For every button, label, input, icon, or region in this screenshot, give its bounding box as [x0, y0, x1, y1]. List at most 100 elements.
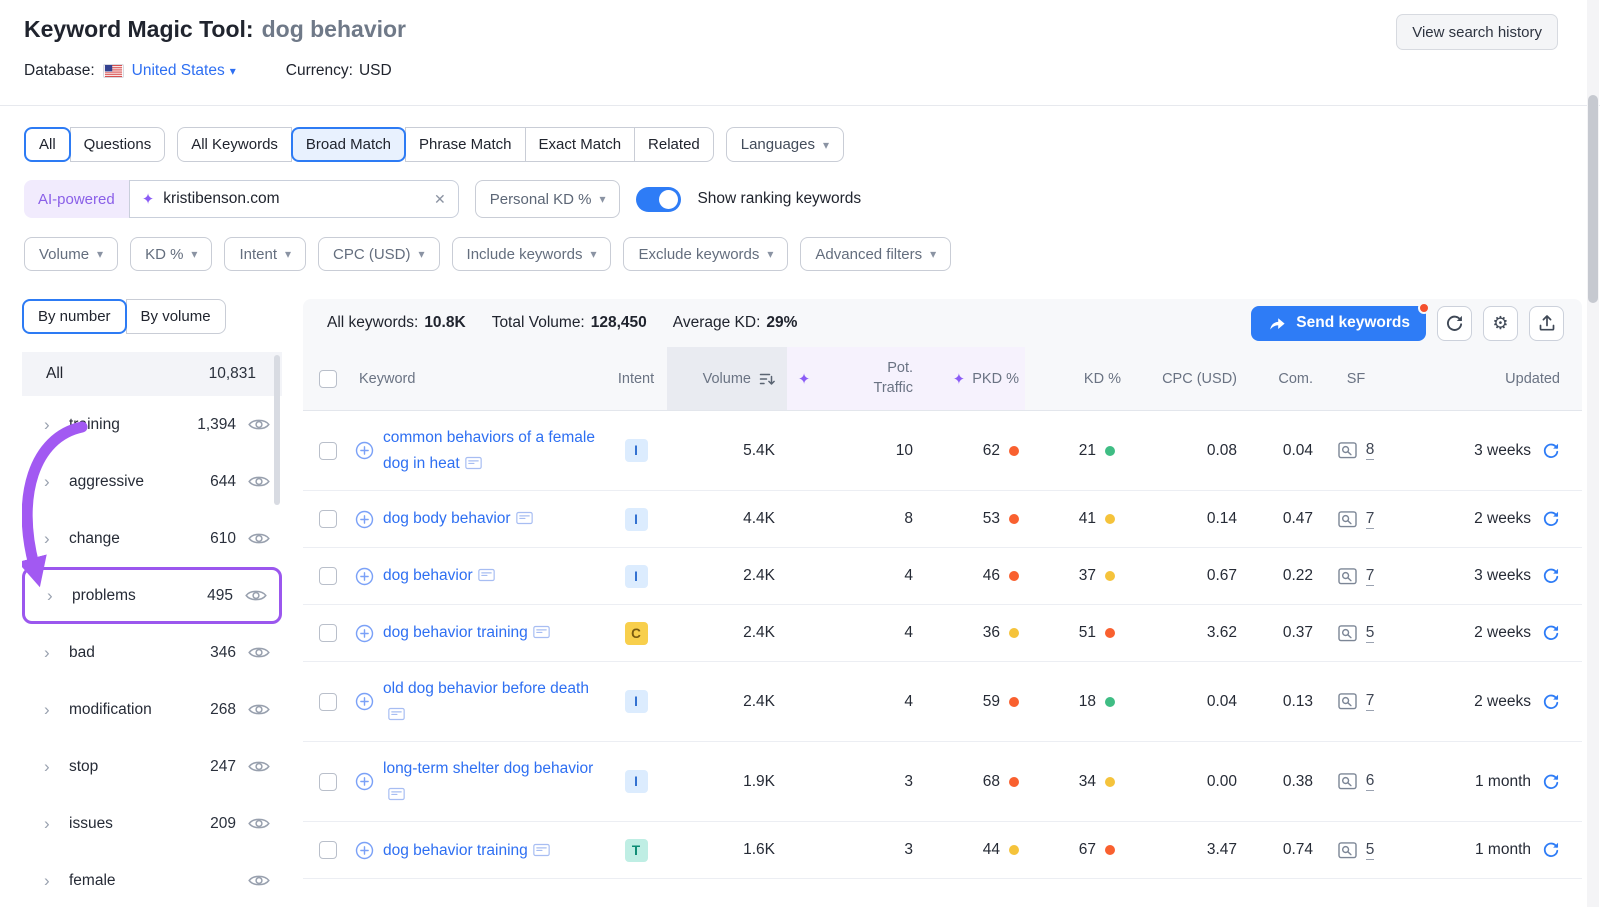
add-keyword-icon[interactable] — [355, 624, 374, 643]
sf-count[interactable]: 7 — [1366, 567, 1375, 586]
group-issues[interactable]: › issues 209 — [22, 795, 282, 852]
add-keyword-icon[interactable] — [355, 567, 374, 586]
tab-all-keywords[interactable]: All Keywords — [177, 127, 292, 162]
eye-icon[interactable] — [248, 474, 270, 489]
group-problems[interactable]: › problems 495 — [22, 567, 282, 624]
sf-count[interactable]: 8 — [1366, 441, 1375, 460]
row-checkbox[interactable] — [319, 567, 337, 585]
group-female[interactable]: › female — [22, 852, 282, 907]
keyword-link[interactable]: old dog behavior before death — [383, 676, 598, 727]
eye-icon[interactable] — [248, 702, 270, 717]
row-checkbox[interactable] — [319, 624, 337, 642]
refresh-row-icon[interactable] — [1542, 773, 1560, 791]
by-volume-button[interactable]: By volume — [126, 299, 226, 334]
keyword-link[interactable]: dog body behavior — [383, 506, 533, 532]
scrollbar-thumb[interactable] — [1588, 95, 1598, 303]
by-number-button[interactable]: By number — [22, 299, 127, 334]
advanced-filters-dropdown[interactable]: Advanced filters▾ — [800, 237, 951, 271]
row-checkbox[interactable] — [319, 841, 337, 859]
refresh-row-icon[interactable] — [1542, 693, 1560, 711]
serp-features-icon[interactable] — [1338, 568, 1357, 585]
serp-preview-icon[interactable] — [533, 843, 550, 857]
group-bad[interactable]: › bad 346 — [22, 624, 282, 681]
header-pkd[interactable]: ✦PKD % — [913, 347, 1025, 410]
add-keyword-icon[interactable] — [355, 772, 374, 791]
eye-icon[interactable] — [245, 588, 267, 603]
refresh-row-icon[interactable] — [1542, 510, 1560, 528]
keyword-link[interactable]: dog behavior — [383, 563, 495, 589]
eye-icon[interactable] — [248, 645, 270, 660]
group-aggressive[interactable]: › aggressive 644 — [22, 453, 282, 510]
header-updated[interactable]: Updated — [1399, 347, 1582, 410]
keyword-link[interactable]: dog behavior training — [383, 620, 550, 646]
refresh-row-icon[interactable] — [1542, 442, 1560, 460]
serp-features-icon[interactable] — [1338, 442, 1357, 459]
add-keyword-icon[interactable] — [355, 841, 374, 860]
header-pot-traffic[interactable]: Pot. Traffic — [821, 347, 913, 410]
page-scrollbar[interactable] — [1587, 0, 1599, 907]
sf-count[interactable]: 7 — [1366, 692, 1375, 711]
tab-broad-match[interactable]: Broad Match — [291, 127, 406, 162]
eye-icon[interactable] — [248, 873, 270, 888]
tab-phrase-match[interactable]: Phrase Match — [405, 127, 526, 162]
serp-features-icon[interactable] — [1338, 773, 1357, 790]
serp-features-icon[interactable] — [1338, 625, 1357, 642]
eye-icon[interactable] — [248, 816, 270, 831]
group-training[interactable]: › training 1,394 — [22, 396, 282, 453]
group-stop[interactable]: › stop 247 — [22, 738, 282, 795]
intent-filter-dropdown[interactable]: Intent▾ — [224, 237, 306, 271]
kd-filter-dropdown[interactable]: KD %▾ — [130, 237, 212, 271]
include-keywords-dropdown[interactable]: Include keywords▾ — [452, 237, 612, 271]
tab-all[interactable]: All — [24, 127, 71, 162]
tab-related[interactable]: Related — [634, 127, 714, 162]
view-search-history-button[interactable]: View search history — [1396, 14, 1558, 50]
sf-count[interactable]: 6 — [1366, 772, 1375, 791]
serp-preview-icon[interactable] — [533, 625, 550, 639]
add-keyword-icon[interactable] — [355, 692, 374, 711]
volume-filter-dropdown[interactable]: Volume▾ — [24, 237, 118, 271]
serp-preview-icon[interactable] — [388, 707, 405, 721]
header-intent[interactable]: Intent — [605, 347, 667, 410]
tab-exact-match[interactable]: Exact Match — [525, 127, 636, 162]
header-kd[interactable]: KD % — [1025, 347, 1121, 410]
settings-button[interactable]: ⚙ — [1483, 306, 1518, 341]
add-keyword-icon[interactable] — [355, 441, 374, 460]
header-com[interactable]: Com. — [1237, 347, 1313, 410]
group-change[interactable]: › change 610 — [22, 510, 282, 567]
sf-count[interactable]: 7 — [1366, 510, 1375, 529]
show-ranking-keywords-toggle[interactable] — [636, 187, 681, 212]
domain-input[interactable] — [163, 190, 425, 208]
cpc-filter-dropdown[interactable]: CPC (USD)▾ — [318, 237, 440, 271]
refresh-button[interactable] — [1437, 306, 1472, 341]
eye-icon[interactable] — [248, 759, 270, 774]
send-keywords-button[interactable]: Send keywords — [1251, 306, 1426, 341]
row-checkbox[interactable] — [319, 773, 337, 791]
export-button[interactable] — [1529, 306, 1564, 341]
serp-features-icon[interactable] — [1338, 842, 1357, 859]
serp-preview-icon[interactable] — [388, 787, 405, 801]
row-checkbox[interactable] — [319, 693, 337, 711]
refresh-row-icon[interactable] — [1542, 841, 1560, 859]
keyword-link[interactable]: common behaviors of a female dog in heat — [383, 425, 598, 476]
refresh-row-icon[interactable] — [1542, 624, 1560, 642]
row-checkbox[interactable] — [319, 510, 337, 528]
add-keyword-icon[interactable] — [355, 510, 374, 529]
keyword-link[interactable]: dog behavior training — [383, 838, 550, 864]
serp-preview-icon[interactable] — [516, 511, 533, 525]
sf-count[interactable]: 5 — [1366, 841, 1375, 860]
serp-features-icon[interactable] — [1338, 693, 1357, 710]
header-cpc[interactable]: CPC (USD) — [1121, 347, 1237, 410]
serp-features-icon[interactable] — [1338, 511, 1357, 528]
clear-input-icon[interactable]: ✕ — [434, 191, 446, 208]
group-all[interactable]: All 10,831 — [22, 352, 282, 396]
sidebar-scrollbar-thumb[interactable] — [274, 355, 280, 505]
languages-dropdown[interactable]: Languages▾ — [726, 127, 844, 162]
group-modification[interactable]: › modification 268 — [22, 681, 282, 738]
tab-questions[interactable]: Questions — [70, 127, 166, 162]
sf-count[interactable]: 5 — [1366, 624, 1375, 643]
personal-kd-dropdown[interactable]: Personal KD %▾ — [475, 180, 621, 218]
keyword-link[interactable]: long-term shelter dog behavior — [383, 756, 598, 807]
eye-icon[interactable] — [248, 531, 270, 546]
header-sf[interactable]: SF — [1313, 347, 1399, 410]
row-checkbox[interactable] — [319, 442, 337, 460]
